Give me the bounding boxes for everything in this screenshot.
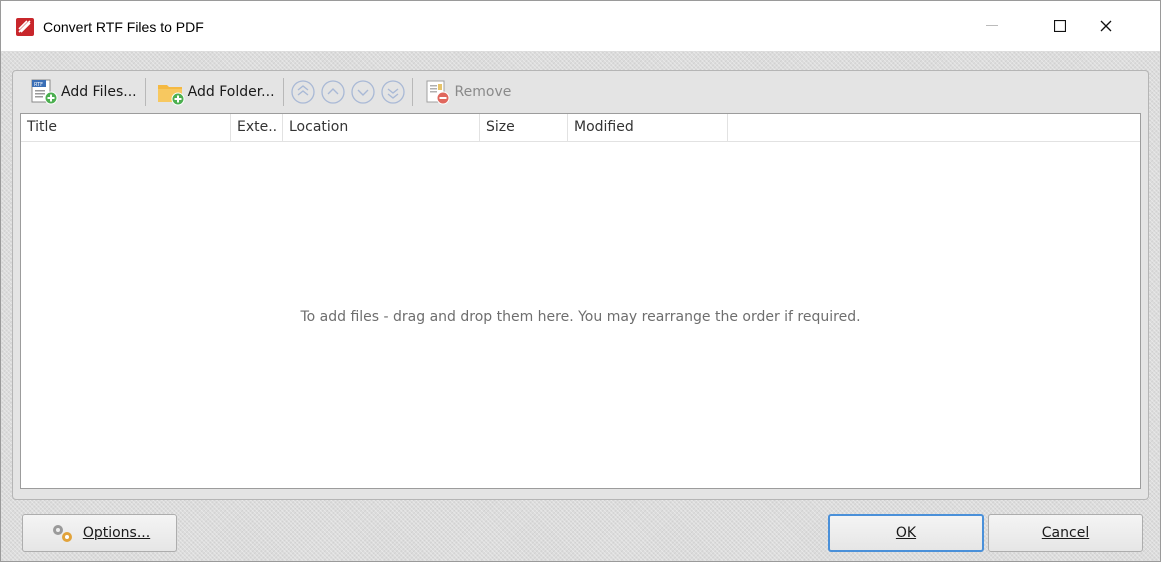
minimize-button[interactable] bbox=[969, 1, 1015, 51]
add-folder-icon bbox=[154, 76, 188, 108]
move-down-icon bbox=[350, 80, 375, 104]
move-to-top-icon bbox=[290, 80, 315, 104]
remove-button[interactable]: Remove bbox=[417, 75, 516, 109]
drop-hint: To add files - drag and drop them here. … bbox=[300, 309, 861, 325]
add-rtf-file-icon: RTF bbox=[27, 76, 61, 108]
toolbar-separator bbox=[411, 78, 413, 106]
add-folder-label: Add Folder... bbox=[187, 84, 275, 100]
remove-label: Remove bbox=[454, 84, 512, 100]
ok-label: OK bbox=[895, 525, 917, 541]
window-title: Convert RTF Files to PDF bbox=[43, 19, 204, 35]
remove-file-icon bbox=[421, 76, 455, 108]
maximize-button[interactable] bbox=[1037, 1, 1083, 51]
move-to-bottom-button[interactable] bbox=[378, 75, 408, 109]
file-list[interactable]: Title Exte.. Location Size Modified To a… bbox=[20, 113, 1141, 489]
move-up-button[interactable] bbox=[318, 75, 348, 109]
options-button[interactable]: Options... bbox=[22, 514, 177, 552]
column-header-modified[interactable]: Modified bbox=[568, 114, 728, 142]
add-files-label: Add Files... bbox=[61, 84, 137, 100]
column-header-size[interactable]: Size bbox=[480, 114, 568, 142]
move-down-button[interactable] bbox=[348, 75, 378, 109]
svg-text:RTF: RTF bbox=[34, 82, 43, 88]
column-header-location[interactable]: Location bbox=[283, 114, 480, 142]
file-panel: RTF Add Files... Add Folder... Remove Ti… bbox=[12, 70, 1149, 500]
move-to-bottom-icon bbox=[380, 80, 405, 104]
title-bar: Convert RTF Files to PDF bbox=[1, 1, 1160, 51]
options-label: Options... bbox=[82, 525, 151, 541]
move-up-icon bbox=[320, 80, 345, 104]
cancel-label: Cancel bbox=[1041, 525, 1090, 541]
gear-icon bbox=[49, 522, 75, 544]
close-button[interactable] bbox=[1083, 1, 1129, 51]
toolbar-separator bbox=[144, 78, 146, 106]
move-to-top-button[interactable] bbox=[288, 75, 318, 109]
dialog-body: RTF Add Files... Add Folder... Remove Ti… bbox=[1, 51, 1160, 561]
column-header-extension[interactable]: Exte.. bbox=[231, 114, 283, 142]
add-files-button[interactable]: RTF Add Files... bbox=[23, 75, 141, 109]
toolbar-separator bbox=[282, 78, 284, 106]
ok-button[interactable]: OK bbox=[828, 514, 984, 552]
app-logo-icon bbox=[15, 17, 35, 37]
file-list-header: Title Exte.. Location Size Modified bbox=[21, 114, 1140, 142]
add-folder-button[interactable]: Add Folder... bbox=[150, 75, 279, 109]
toolbar: RTF Add Files... Add Folder... Remove bbox=[13, 71, 1148, 113]
cancel-button[interactable]: Cancel bbox=[988, 514, 1143, 552]
column-header-title[interactable]: Title bbox=[21, 114, 231, 142]
convert-rtf-dialog: Convert RTF Files to PDF RTF Add Files..… bbox=[0, 0, 1161, 562]
